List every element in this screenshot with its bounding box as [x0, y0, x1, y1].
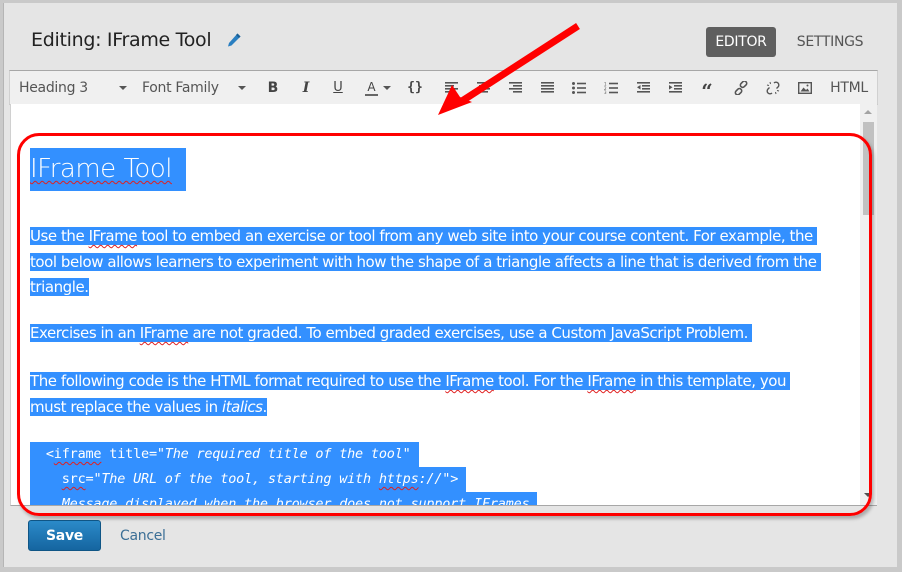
outdent-icon	[636, 82, 650, 93]
paragraph-intro: Use the IFrame tool to embed an exercise…	[30, 224, 821, 301]
underline-icon: U	[333, 80, 343, 95]
html-button[interactable]: HTML	[824, 71, 874, 104]
unlink-button[interactable]	[762, 71, 784, 104]
paragraph-grading: Exercises in an IFrame are not graded. T…	[30, 321, 753, 347]
align-center-button[interactable]	[472, 71, 494, 104]
rich-text-editor[interactable]: IFrame Tool Use the IFrame tool to embed…	[10, 104, 877, 506]
code-line: <iframe title="The required title of the…	[30, 442, 419, 467]
image-icon	[798, 81, 812, 94]
editor-scrollbar[interactable]	[860, 104, 877, 505]
align-center-icon	[476, 82, 490, 93]
font-family-label: Font Family	[142, 79, 219, 96]
tab-settings[interactable]: SETTINGS	[790, 27, 870, 57]
svg-text:3: 3	[604, 90, 607, 94]
title-row: Editing: IFrame Tool	[31, 29, 242, 51]
scrollbar-thumb[interactable]	[863, 122, 874, 215]
scroll-up-icon[interactable]	[864, 110, 872, 114]
indent-button[interactable]	[664, 71, 686, 104]
font-family-dropdown[interactable]: Font Family	[142, 71, 252, 104]
bold-icon: B	[267, 79, 279, 96]
cancel-button[interactable]: Cancel	[120, 520, 166, 551]
heading-text: IFrame Tool	[30, 154, 172, 184]
bullet-list-icon	[572, 81, 586, 94]
text-color-icon: A	[365, 79, 378, 96]
justify-button[interactable]	[536, 71, 558, 104]
tab-editor[interactable]: EDITOR	[706, 27, 776, 57]
bold-button[interactable]: B	[262, 71, 284, 104]
link-icon	[734, 80, 748, 95]
italic-icon: I	[302, 79, 310, 96]
italic-button[interactable]: I	[295, 71, 317, 104]
align-left-icon	[444, 82, 458, 93]
code-line: src="The URL of the tool, starting with …	[30, 467, 467, 492]
code-block: <iframe title="The required title of the…	[30, 442, 538, 505]
image-button[interactable]	[794, 71, 816, 104]
save-button[interactable]: Save	[28, 520, 101, 551]
blockquote-button[interactable]: “	[696, 71, 718, 104]
unlink-icon	[766, 80, 780, 95]
align-right-icon	[508, 82, 522, 93]
scroll-down-icon[interactable]	[864, 493, 872, 497]
align-left-button[interactable]	[440, 71, 462, 104]
link-button[interactable]	[730, 71, 752, 104]
paragraph-code-intro: The following code is the HTML format re…	[30, 369, 791, 420]
chevron-down-icon	[237, 85, 246, 90]
chevron-down-icon	[382, 85, 391, 90]
bullet-list-button[interactable]	[568, 71, 590, 104]
html-label: HTML	[830, 79, 868, 96]
editor-toolbar: Heading 3 Font Family B I U A {} 123 “ H…	[9, 70, 878, 105]
numbered-list-icon: 123	[604, 82, 618, 94]
window-bottom-edge	[0, 567, 902, 572]
outdent-button[interactable]	[632, 71, 654, 104]
code-button[interactable]: {}	[404, 71, 426, 104]
text-color-button[interactable]: A	[360, 71, 396, 104]
quote-icon: “	[701, 78, 713, 103]
code-icon: {}	[407, 80, 423, 95]
page-title: Editing: IFrame Tool	[31, 29, 212, 51]
chevron-down-icon	[118, 85, 127, 90]
pencil-icon[interactable]	[226, 32, 242, 48]
align-justify-icon	[540, 82, 554, 93]
code-line: Message displayed when the browser does …	[30, 492, 538, 505]
align-right-button[interactable]	[504, 71, 526, 104]
block-format-label: Heading 3	[19, 79, 88, 96]
content-heading: IFrame Tool	[30, 148, 200, 191]
numbered-list-button[interactable]: 123	[600, 71, 622, 104]
indent-icon	[668, 82, 682, 93]
block-format-dropdown[interactable]: Heading 3	[19, 71, 129, 104]
underline-button[interactable]: U	[327, 71, 349, 104]
